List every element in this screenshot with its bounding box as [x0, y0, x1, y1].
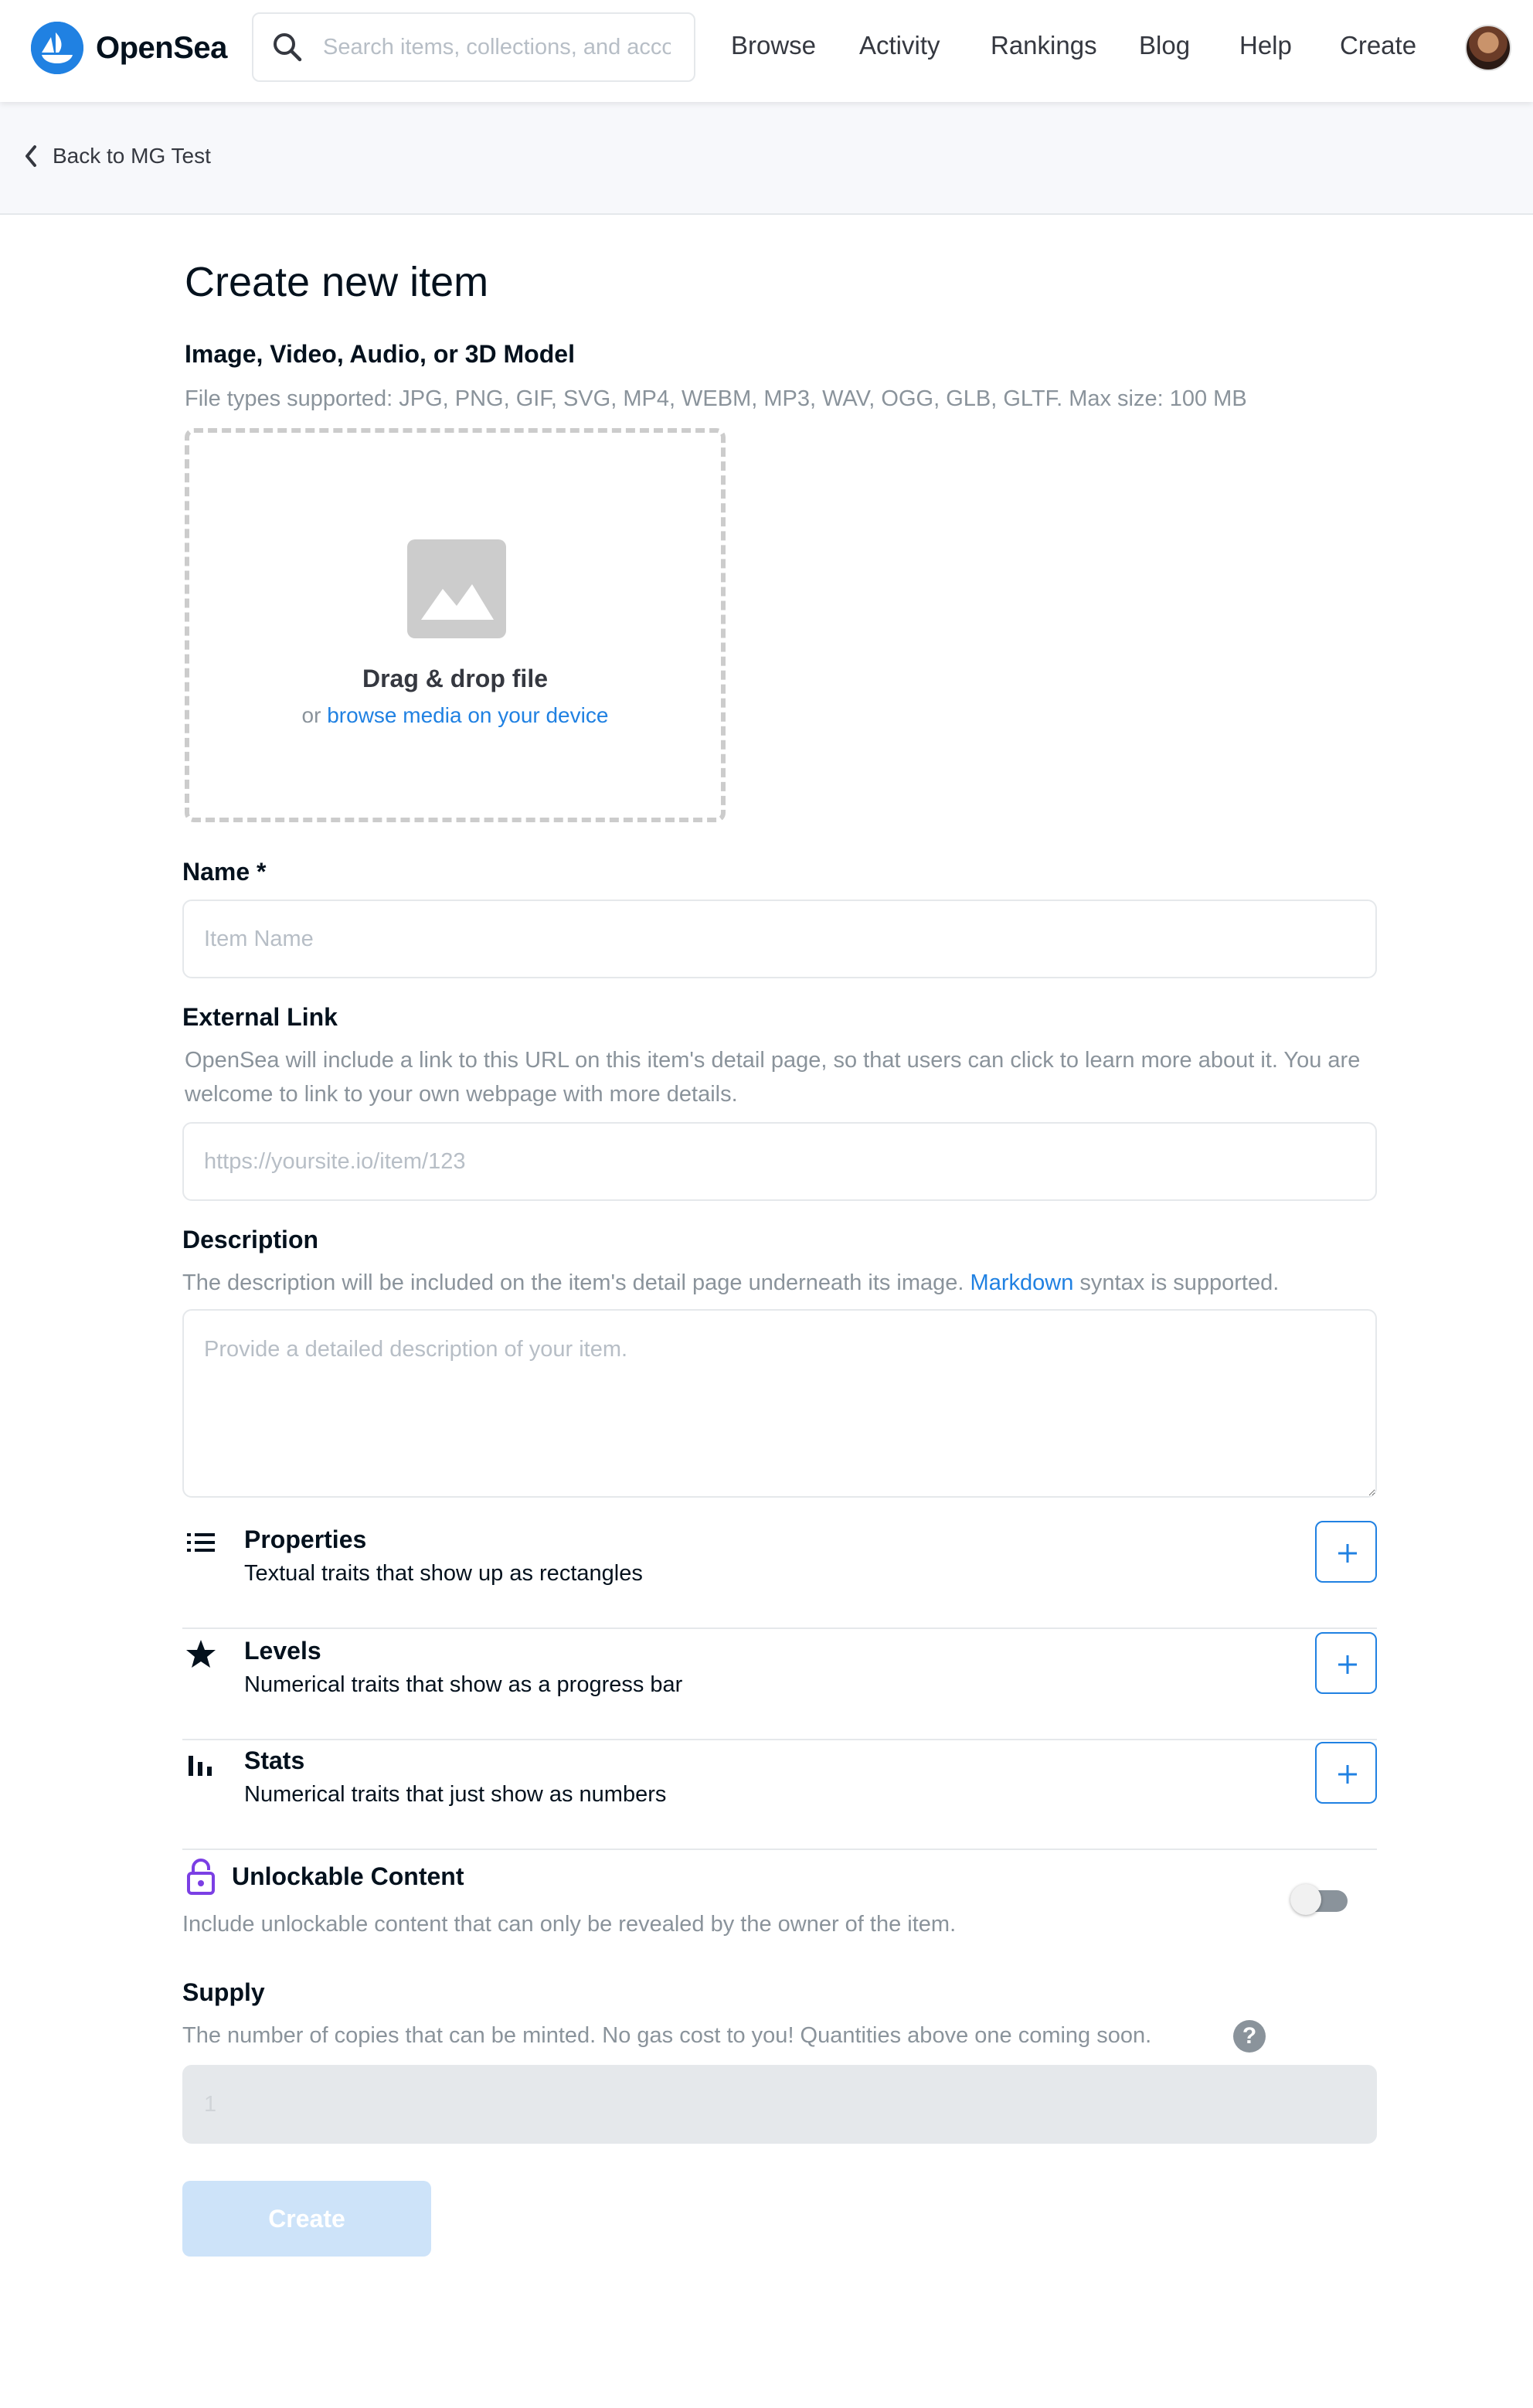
nav-browse[interactable]: Browse: [731, 31, 816, 60]
description-label: Description: [182, 1226, 319, 1253]
lock-icon: [187, 1859, 215, 1895]
dropzone-title: Drag & drop file: [362, 665, 548, 692]
markdown-link[interactable]: Markdown: [970, 1270, 1074, 1295]
levels-desc: Numerical traits that show as a progress…: [244, 1672, 683, 1697]
external-link-input[interactable]: [182, 1122, 1377, 1201]
opensea-logo[interactable]: OpenSea: [31, 22, 227, 74]
browse-media-link[interactable]: browse media on your device: [327, 703, 608, 727]
back-link-label: Back to MG Test: [53, 144, 211, 168]
nav-blog[interactable]: Blog: [1139, 31, 1190, 60]
unlockable-title: Unlockable Content: [232, 1862, 464, 1890]
nav-help[interactable]: Help: [1239, 31, 1292, 60]
add-levels-button[interactable]: [1315, 1632, 1377, 1694]
toggle-knob: [1290, 1884, 1321, 1915]
logo-text: OpenSea: [96, 30, 227, 65]
star-icon: [186, 1640, 216, 1668]
image-placeholder-icon: [407, 539, 506, 638]
external-link-hint: OpenSea will include a link to this URL …: [185, 1048, 1361, 1107]
levels-title: Levels: [244, 1637, 321, 1665]
nav-rankings[interactable]: Rankings: [991, 31, 1097, 60]
user-avatar[interactable]: [1465, 25, 1511, 71]
description-textarea[interactable]: [182, 1309, 1377, 1498]
supply-input[interactable]: [182, 2065, 1377, 2144]
media-dropzone[interactable]: Drag & drop file or browse media on your…: [185, 428, 726, 822]
stats-title: Stats: [244, 1746, 305, 1774]
back-link[interactable]: Back to MG Test: [23, 144, 211, 168]
page-title: Create new item: [185, 259, 489, 305]
dropzone-or: or: [301, 703, 321, 727]
back-bar: Back to MG Test: [0, 102, 1533, 215]
plus-icon: [1338, 1544, 1357, 1563]
add-properties-button[interactable]: [1315, 1521, 1377, 1583]
opensea-logo-icon: [31, 22, 83, 74]
unlockable-desc: Include unlockable content that can only…: [182, 1912, 957, 1937]
description-hint-suffix: syntax is supported.: [1079, 1270, 1280, 1295]
search-icon: [274, 33, 302, 62]
levels-row: Levels Numerical traits that show as a p…: [182, 1629, 1377, 1740]
description-hint: The description will be included on the …: [182, 1266, 1279, 1300]
help-icon[interactable]: ?: [1233, 2020, 1266, 2053]
plus-icon: [1338, 1655, 1357, 1674]
nav-create[interactable]: Create: [1340, 31, 1416, 60]
bar-chart-icon: [189, 1756, 212, 1776]
stats-row: Stats Numerical traits that just show as…: [182, 1739, 1377, 1850]
add-stats-button[interactable]: [1315, 1742, 1377, 1804]
search-input[interactable]: [323, 34, 671, 60]
plus-icon: [1338, 1765, 1357, 1784]
top-nav-bar: OpenSea Browse Activity Rankings Blog He…: [0, 0, 1533, 102]
name-input[interactable]: [182, 900, 1377, 978]
description-hint-text: The description will be included on the …: [182, 1270, 964, 1295]
search-bar[interactable]: [252, 12, 695, 82]
stats-desc: Numerical traits that just show as numbe…: [244, 1782, 667, 1807]
properties-desc: Textual traits that show up as rectangle…: [244, 1561, 643, 1586]
media-hint: File types supported: JPG, PNG, GIF, SVG…: [185, 386, 1247, 411]
media-label: Image, Video, Audio, or 3D Model: [185, 340, 575, 368]
chevron-left-icon: [25, 145, 36, 167]
properties-row: Properties Textual traits that show up a…: [182, 1518, 1377, 1629]
list-icon: [187, 1533, 215, 1552]
properties-title: Properties: [244, 1525, 367, 1553]
supply-label: Supply: [182, 1978, 265, 2006]
create-button[interactable]: Create: [182, 2181, 431, 2257]
external-link-label: External Link: [182, 1003, 338, 1031]
nav-activity[interactable]: Activity: [859, 31, 940, 60]
unlockable-toggle[interactable]: [1290, 1884, 1348, 1915]
name-label: Name *: [182, 858, 267, 886]
supply-hint: The number of copies that can be minted.…: [182, 2023, 1152, 2048]
dropzone-subtitle: or browse media on your device: [189, 703, 721, 728]
